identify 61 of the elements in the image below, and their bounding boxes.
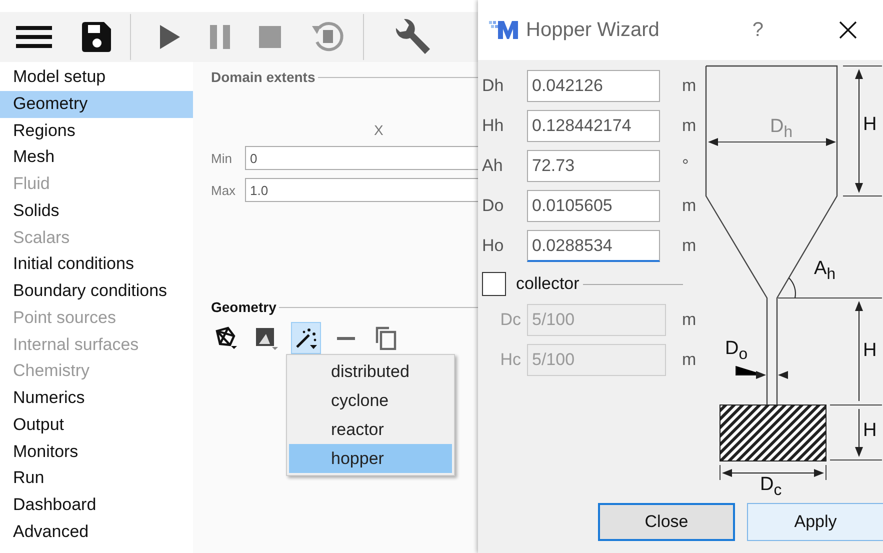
wand-tool-button[interactable]	[291, 322, 321, 354]
checkbox-label[interactable]: collector	[516, 274, 580, 294]
sidebar-item[interactable]: Mesh	[0, 144, 193, 171]
menu-icon[interactable]	[16, 25, 52, 49]
unit-label: m	[682, 236, 696, 256]
pause-icon[interactable]	[209, 25, 231, 49]
sidebar-item[interactable]: Run	[0, 465, 193, 492]
sidebar-item[interactable]: Monitors	[0, 438, 193, 466]
menu-item[interactable]: cyclone	[289, 386, 452, 415]
dimension-label: D$_{o}$	[725, 338, 748, 364]
unit-label: °	[682, 156, 689, 176]
field-label: Min	[211, 150, 233, 166]
app-logo-icon	[488, 19, 520, 41]
unit-label: m	[682, 310, 696, 330]
field-label: Hc	[499, 350, 522, 370]
dimension-label: A$_{h}$	[814, 258, 836, 284]
column-header: X	[374, 122, 384, 140]
group-title: Geometry	[211, 299, 276, 315]
sidebar-item[interactable]: Output	[0, 412, 193, 438]
dimension-label: D$_{h}$	[770, 116, 793, 142]
unit-label: m	[682, 116, 696, 136]
unit-label: m	[682, 350, 696, 370]
menu-item[interactable]: reactor	[289, 415, 452, 444]
sidebar-item[interactable]: Regions	[0, 118, 193, 144]
input-field[interactable]: 0.128442174	[527, 110, 660, 142]
group-title: Domain extents	[211, 69, 316, 85]
checkbox[interactable]	[482, 272, 506, 296]
sidebar-item[interactable]: Solids	[0, 198, 193, 224]
field-label: Hh	[482, 116, 505, 136]
unit-label: m	[682, 76, 696, 96]
menu-item[interactable]: distributed	[289, 357, 452, 386]
minus-icon	[337, 336, 355, 340]
input-field[interactable]: 0.0105605	[527, 190, 660, 222]
sidebar-item[interactable]: Dashboard	[0, 492, 193, 519]
field-label: Ho	[482, 236, 505, 256]
field-label: Dh	[482, 76, 505, 96]
field-label: Max	[211, 182, 237, 198]
dimension-label: H	[863, 420, 877, 442]
sidebar-item[interactable]: Numerics	[0, 385, 193, 412]
play-icon[interactable]	[159, 24, 181, 50]
window-title: Hopper Wizard	[526, 18, 660, 42]
input-field[interactable]: 0.042126	[527, 70, 660, 102]
dimension-label: H	[863, 114, 877, 136]
sidebar-item[interactable]: Initial conditions	[0, 251, 193, 278]
sidebar-item[interactable]: Boundary conditions	[0, 278, 193, 305]
save-icon[interactable]	[80, 21, 112, 53]
help-button[interactable]: ?	[752, 18, 764, 42]
reset-icon[interactable]	[309, 20, 345, 54]
input-field[interactable]: 72.73	[527, 150, 660, 182]
menu-item[interactable]: hopper	[289, 444, 452, 473]
sidebar-item[interactable]: Geometry	[0, 90, 193, 118]
sidebar-item[interactable]: Model setup	[0, 64, 193, 91]
dimension-label: H	[863, 340, 877, 362]
apply-button[interactable]: Apply	[747, 503, 883, 541]
field-label: Dc	[499, 310, 522, 330]
close-button[interactable]: Close	[598, 503, 735, 541]
dimension-label: D$_{c}$	[760, 474, 782, 500]
close-icon[interactable]	[838, 21, 857, 39]
input-field[interactable]: 0.0288534	[527, 230, 660, 262]
unit-label: m	[682, 196, 696, 216]
sidebar-item[interactable]: Advanced	[0, 518, 193, 546]
